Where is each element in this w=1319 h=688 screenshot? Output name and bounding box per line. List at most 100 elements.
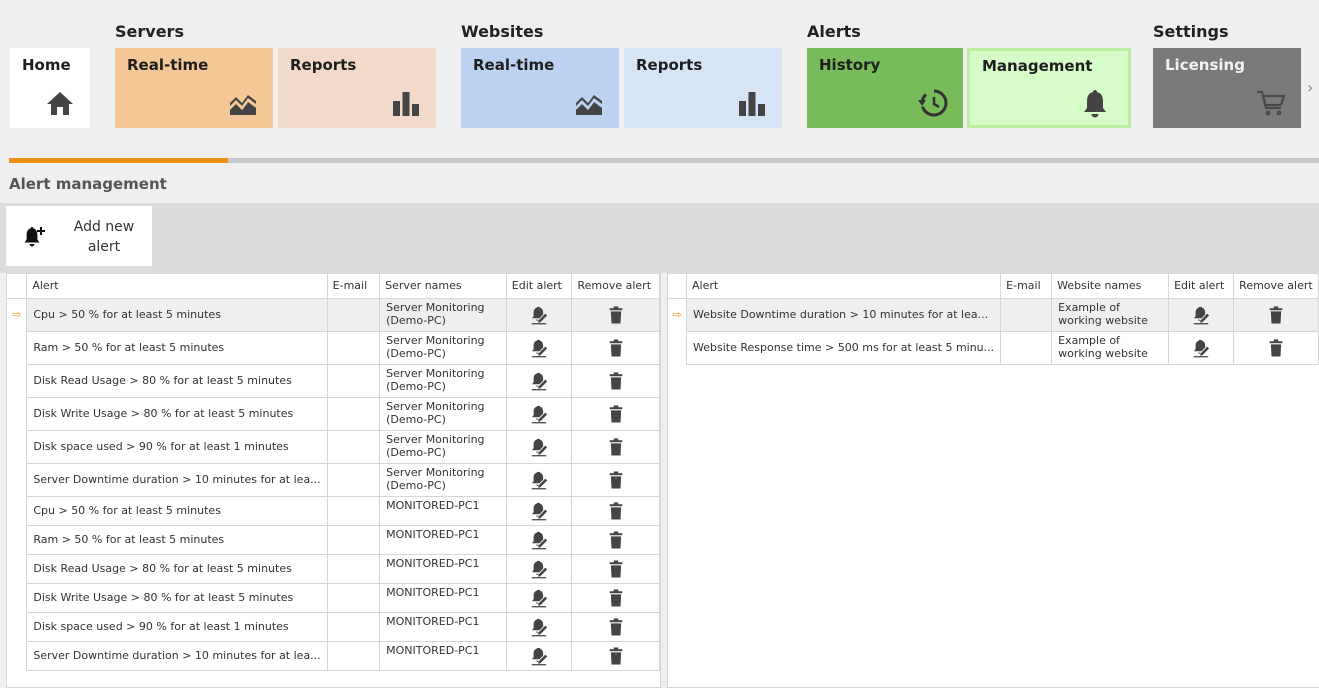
edit-alert-icon[interactable] [530,501,548,521]
edit-alert-cell [506,496,573,526]
trash-icon[interactable] [607,559,625,579]
remove-alert-cell [571,496,660,526]
edit-alert-icon[interactable] [530,404,548,424]
email-cell [327,430,381,464]
table-row[interactable]: Disk Read Usage > 80 % for at least 5 mi… [7,364,660,398]
alert-cell: Ram > 50 % for at least 5 minutes [26,331,328,365]
alert-cell: Disk space used > 90 % for at least 1 mi… [26,430,328,464]
cart-icon [1255,87,1287,119]
email-cell [327,612,381,642]
table-row[interactable]: Server Downtime duration > 10 minutes fo… [7,641,660,671]
edit-alert-icon[interactable] [530,470,548,490]
edit-alert-icon[interactable] [530,530,548,550]
trash-icon[interactable] [607,305,625,325]
table-row[interactable]: Website Response time > 500 ms for at le… [668,331,1319,365]
table-row[interactable]: Ram > 50 % for at least 5 minutes MONITOR… [7,525,660,555]
remove-alert-cell [571,525,660,555]
column-header-edit-alert[interactable]: Edit alert [1168,274,1235,299]
table-row[interactable]: Disk Write Usage > 80 % for at least 5 m… [7,397,660,431]
edit-alert-icon[interactable] [530,437,548,457]
edit-alert-icon[interactable] [530,559,548,579]
ribbon-scroll-right-icon[interactable]: › [1307,78,1313,97]
add-bell-icon [22,224,46,248]
trash-icon[interactable] [607,470,625,490]
column-header-alert[interactable]: Alert [26,274,328,299]
alert-cell: Cpu > 50 % for at least 5 minutes [26,496,328,526]
email-cell [327,496,381,526]
remove-alert-cell [571,364,660,398]
alerts-group-label: Alerts [807,22,861,41]
edit-alert-cell [506,397,573,431]
edit-alert-icon[interactable] [530,646,548,666]
bar-chart-icon [390,87,422,119]
edit-alert-icon[interactable] [1192,338,1210,358]
table-row[interactable]: Disk Read Usage > 80 % for at least 5 mi… [7,554,660,584]
servers-realtime-tile[interactable]: Real-time [115,48,273,128]
trash-icon[interactable] [607,501,625,521]
column-header-email[interactable]: E-mail [327,274,381,299]
row-indicator [7,331,28,364]
trash-icon[interactable] [607,530,625,550]
websites-realtime-tile[interactable]: Real-time [461,48,619,128]
servers-reports-label: Reports [290,56,357,74]
table-row[interactable]: ⇨ Cpu > 50 % for at least 5 minutes Server… [7,298,660,332]
edit-alert-icon[interactable] [1192,305,1210,325]
table-row[interactable]: Disk Write Usage > 80 % for at least 5 m… [7,583,660,613]
table-row[interactable]: ⇨ Website Downtime duration > 10 minutes … [668,298,1319,332]
row-indicator [7,463,28,496]
settings-licensing-label: Licensing [1165,56,1245,74]
table-row[interactable]: Server Downtime duration > 10 minutes fo… [7,463,660,497]
bar-chart-icon [736,87,768,119]
servers-reports-tile[interactable]: Reports [278,48,436,128]
trash-icon[interactable] [607,646,625,666]
remove-alert-cell [571,463,660,497]
bell-icon [1079,87,1111,119]
column-header-email[interactable]: E-mail [1000,274,1053,299]
column-header-server-names[interactable]: Server names [379,274,507,299]
trash-icon[interactable] [607,437,625,457]
add-new-alert-button[interactable]: Add new alert [6,206,152,266]
remove-alert-cell [571,554,660,584]
trash-icon[interactable] [1267,338,1285,358]
column-header-remove-alert[interactable]: Remove alert [1233,274,1319,299]
websites-reports-tile[interactable]: Reports [624,48,782,128]
edit-alert-icon[interactable] [530,338,548,358]
website-alerts-table: Alert E-mail Website names Edit alert Re… [668,274,1319,365]
home-tile[interactable]: Home [10,48,90,128]
row-indicator [7,612,28,641]
edit-alert-icon[interactable] [530,617,548,637]
trash-icon[interactable] [1267,305,1285,325]
column-header-alert[interactable]: Alert [686,274,1002,299]
edit-alert-icon[interactable] [530,371,548,391]
edit-alert-icon[interactable] [530,305,548,325]
edit-alert-cell [506,583,573,613]
edit-alert-icon[interactable] [530,588,548,608]
alert-cell: Website Response time > 500 ms for at le… [686,331,1002,365]
table-row[interactable]: Cpu > 50 % for at least 5 minutes MONITOR… [7,496,660,526]
alert-cell: Server Downtime duration > 10 minutes fo… [26,641,328,671]
table-row[interactable]: Disk space used > 90 % for at least 1 mi… [7,612,660,642]
trash-icon[interactable] [607,404,625,424]
column-header-edit-alert[interactable]: Edit alert [506,274,573,299]
trash-icon[interactable] [607,371,625,391]
column-header-remove-alert[interactable]: Remove alert [571,274,660,299]
alerts-history-tile[interactable]: History [807,48,963,128]
alerts-management-tile[interactable]: Management [967,48,1131,128]
email-cell [327,298,381,332]
trash-icon[interactable] [607,588,625,608]
edit-alert-cell [506,364,573,398]
trash-icon[interactable] [607,338,625,358]
column-header-website-names[interactable]: Website names [1051,274,1170,299]
row-indicator [7,583,28,612]
server-name-cell: Server Monitoring (Demo-PC) [379,331,507,365]
edit-alert-cell [1168,331,1235,365]
server-name-cell: MONITORED-PC1 [379,612,507,642]
edit-alert-cell [506,554,573,584]
edit-alert-cell [506,463,573,497]
settings-licensing-tile[interactable]: Licensing [1153,48,1301,128]
server-name-cell: Server Monitoring (Demo-PC) [379,463,507,497]
row-indicator [7,397,28,430]
table-row[interactable]: Disk space used > 90 % for at least 1 mi… [7,430,660,464]
trash-icon[interactable] [607,617,625,637]
table-row[interactable]: Ram > 50 % for at least 5 minutes Server … [7,331,660,365]
